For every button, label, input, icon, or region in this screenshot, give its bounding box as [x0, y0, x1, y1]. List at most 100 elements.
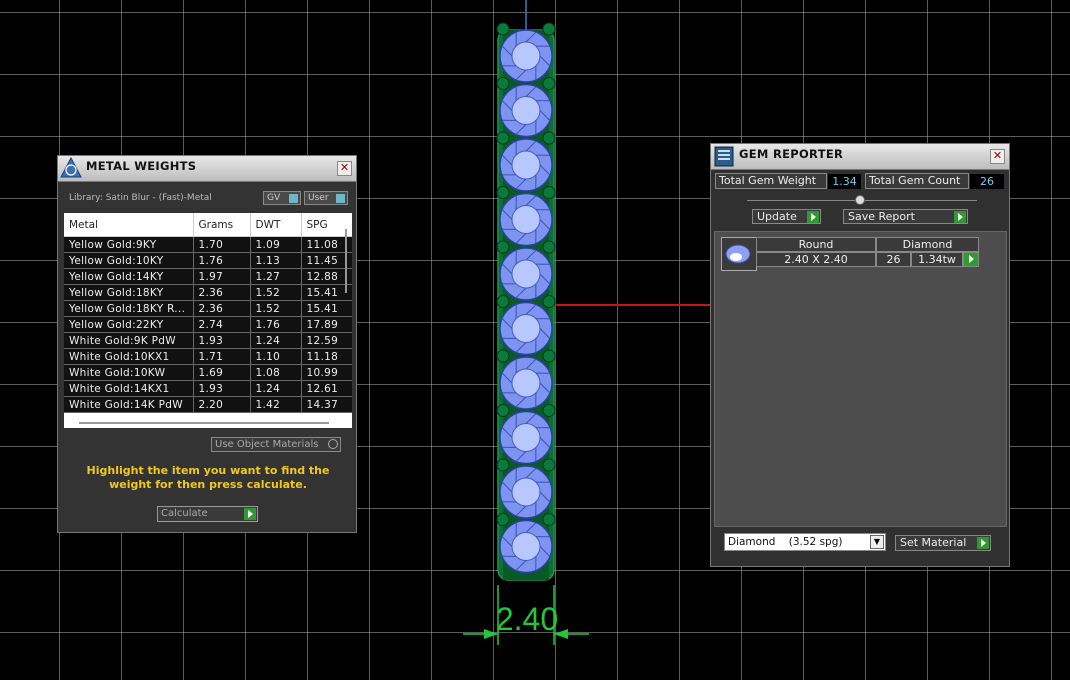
- prong: [542, 458, 556, 472]
- table-cell: 2.20: [193, 396, 251, 413]
- table-cell: White Gold:14K PdW: [64, 396, 194, 413]
- update-label: Update: [757, 210, 797, 223]
- gem-reporter-title: GEM REPORTER: [739, 147, 844, 161]
- gem-stone: [499, 465, 553, 519]
- list-item[interactable]: Round Diamond 2.40 X 2.40 26 1.34tw: [721, 237, 979, 273]
- material-select[interactable]: Diamond (3.52 spg) ▼: [724, 533, 886, 551]
- round-gem-icon: [725, 244, 751, 264]
- table-cell: 14.37: [301, 396, 352, 413]
- gem-list[interactable]: Round Diamond 2.40 X 2.40 26 1.34tw: [714, 231, 1007, 527]
- prong: [542, 349, 556, 363]
- gem-size: 2.40 X 2.40: [756, 252, 876, 267]
- save-report-button[interactable]: Save Report: [843, 209, 968, 224]
- prong: [542, 295, 556, 308]
- metal-weights-title: METAL WEIGHTS: [86, 159, 197, 173]
- prong: [496, 131, 510, 145]
- column-header[interactable]: Metal: [64, 213, 194, 237]
- table-row[interactable]: Yellow Gold:22KY 2.74 1.76 17.89: [64, 316, 352, 333]
- metal-weights-titlebar[interactable]: METAL WEIGHTS ✕: [58, 156, 356, 182]
- table-cell: 1.97: [193, 268, 251, 285]
- table-cell: White Gold:10KX1: [64, 348, 194, 365]
- gv-toggle-label: GV: [267, 193, 281, 203]
- table-row[interactable]: Yellow Gold:14KY 1.97 1.27 12.88: [64, 268, 352, 285]
- table-row[interactable]: White Gold:10KX1 1.71 1.10 11.18: [64, 348, 352, 365]
- table-cell: White Gold:14KX1: [64, 380, 194, 397]
- save-report-label: Save Report: [848, 210, 915, 223]
- table-cell: 1.10: [250, 348, 302, 365]
- play-icon: [807, 211, 819, 223]
- gem-stone: [499, 29, 553, 83]
- prong: [542, 77, 556, 90]
- slider-knob[interactable]: [855, 195, 865, 205]
- metal-weights-app-icon: [60, 157, 82, 178]
- vertical-scrollbar[interactable]: [345, 229, 347, 293]
- close-icon[interactable]: ✕: [337, 161, 352, 176]
- user-toggle-label: User: [308, 193, 329, 203]
- prong: [496, 349, 510, 363]
- use-object-materials-label: Use Object Materials: [215, 439, 319, 450]
- metal-weights-panel: METAL WEIGHTS ✕ Library: Satin Blur - (F…: [57, 155, 357, 533]
- play-icon: [977, 537, 989, 549]
- prong: [542, 404, 556, 417]
- table-cell: 1.93: [193, 332, 251, 349]
- table-cell: 1.71: [193, 348, 251, 365]
- gv-toggle[interactable]: GV: [263, 191, 301, 205]
- prong: [496, 240, 510, 254]
- table-cell: Yellow Gold:14KY: [64, 268, 194, 285]
- set-material-label: Set Material: [900, 536, 967, 549]
- prong: [496, 77, 510, 90]
- table-cell: 1.69: [193, 364, 251, 381]
- update-button[interactable]: Update: [752, 209, 821, 224]
- table-row[interactable]: White Gold:9K PdW 1.93 1.24 12.59: [64, 332, 352, 349]
- table-cell: Yellow Gold:10KY: [64, 252, 194, 269]
- total-gem-count-label: Total Gem Count: [865, 173, 969, 189]
- dimension-label: 2.40: [496, 601, 558, 637]
- table-row[interactable]: White Gold:10KW 1.69 1.08 10.99: [64, 364, 352, 381]
- material-select-value: Diamond (3.52 spg): [728, 536, 843, 548]
- gem-stone: [499, 192, 553, 247]
- gem-material: Diamond: [876, 237, 979, 252]
- close-icon[interactable]: ✕: [990, 149, 1005, 164]
- chevron-down-icon[interactable]: ▼: [870, 535, 884, 549]
- size-slider[interactable]: [747, 195, 977, 205]
- radio-icon[interactable]: [328, 439, 338, 449]
- play-icon: [965, 253, 977, 265]
- table-cell: Yellow Gold:22KY: [64, 316, 194, 333]
- metal-table[interactable]: Metal Grams DWT SPG Yellow Gold:9KY 1.70 1.09…: [64, 213, 352, 428]
- instruction-text: Highlight the item you want to find the …: [86, 464, 330, 491]
- gem-details-button[interactable]: [963, 252, 979, 267]
- prong: [542, 22, 556, 36]
- table-row[interactable]: Yellow Gold:18KY R... 2.36 1.52 15.41: [64, 300, 352, 317]
- prong: [542, 131, 556, 145]
- toggle-indicator-icon: [336, 194, 345, 203]
- table-cell: 17.89: [301, 316, 352, 333]
- gem-stone: [499, 410, 553, 465]
- horizontal-scrollbar[interactable]: [79, 422, 329, 424]
- table-cell: White Gold:9K PdW: [64, 332, 194, 349]
- table-row[interactable]: Yellow Gold:9KY 1.70 1.09 11.08: [64, 236, 352, 253]
- column-header[interactable]: DWT: [250, 213, 302, 237]
- prong: [542, 240, 556, 254]
- table-row[interactable]: White Gold:14K PdW 2.20 1.42 14.37: [64, 396, 352, 413]
- gem-reporter-panel: GEM REPORTER ✕ Total Gem Weight 1.34 Tot…: [710, 143, 1010, 567]
- table-row[interactable]: White Gold:14KX1 1.93 1.24 12.61: [64, 380, 352, 397]
- table-cell: White Gold:10KW: [64, 364, 194, 381]
- set-material-button[interactable]: Set Material: [895, 535, 991, 551]
- user-toggle[interactable]: User: [304, 191, 348, 205]
- gem-thumbnail: [721, 237, 757, 271]
- table-cell: Yellow Gold:18KY R...: [64, 300, 194, 317]
- calculate-button[interactable]: Calculate: [157, 506, 258, 522]
- calculate-label: Calculate: [161, 508, 208, 519]
- column-header[interactable]: Grams: [193, 213, 251, 237]
- prong: [496, 22, 510, 36]
- table-cell: 1.93: [193, 380, 251, 397]
- table-row[interactable]: Yellow Gold:10KY 1.76 1.13 11.45: [64, 252, 352, 269]
- gem-stone: [499, 138, 553, 192]
- gem-reporter-titlebar[interactable]: GEM REPORTER ✕: [711, 144, 1009, 170]
- use-object-materials-option[interactable]: Use Object Materials: [211, 437, 341, 452]
- play-icon: [954, 211, 966, 223]
- table-cell: 1.24: [250, 332, 302, 349]
- table-cell: 11.18: [301, 348, 352, 365]
- prong: [496, 186, 510, 199]
- table-row[interactable]: Yellow Gold:18KY 2.36 1.52 15.41: [64, 284, 352, 301]
